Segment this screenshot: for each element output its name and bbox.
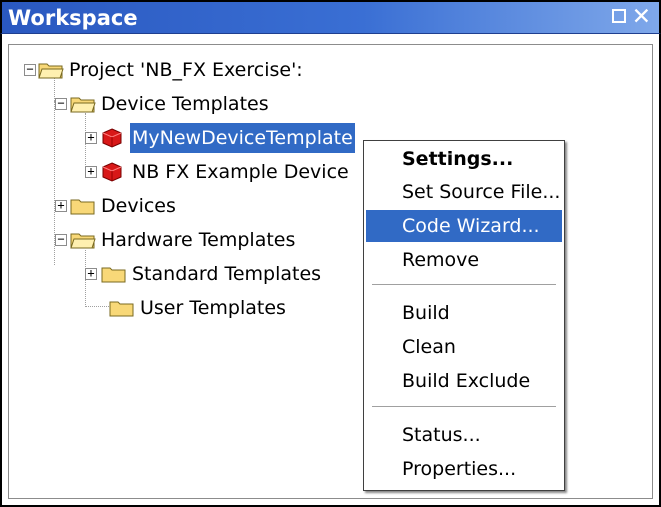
tree-label: NB FX Example Device (132, 161, 349, 183)
collapse-toggle[interactable]: − (55, 97, 67, 110)
tree-label: Standard Templates (132, 263, 322, 285)
tree-label: MyNewDeviceTemplate (129, 122, 356, 154)
tree-item-devices[interactable]: + Devices (9, 191, 309, 221)
tree-item-my-new-device-template[interactable]: + MyNewDeviceTemplate (9, 122, 409, 154)
device-cube-icon (102, 128, 122, 148)
menu-item-settings[interactable]: Settings... (366, 143, 562, 175)
menu-item-properties[interactable]: Properties... (366, 453, 562, 485)
collapse-toggle[interactable]: − (55, 233, 67, 246)
menu-item-status[interactable]: Status... (366, 419, 562, 451)
tree-label: Device Templates (101, 93, 269, 115)
menu-item-build[interactable]: Build (366, 297, 562, 329)
restore-icon[interactable] (612, 9, 626, 23)
tree-label: Project 'NB_FX Exercise': (69, 59, 303, 81)
tree-item-user-templates[interactable]: User Templates (9, 293, 349, 323)
folder-icon (70, 199, 95, 215)
tree-item-standard-templates[interactable]: + Standard Templates (9, 259, 361, 289)
tree-item-device-templates[interactable]: − Device Templates (9, 89, 409, 119)
menu-item-remove[interactable]: Remove (366, 244, 562, 276)
open-folder-icon (38, 63, 64, 79)
menu-item-build-exclude[interactable]: Build Exclude (366, 365, 562, 397)
tree-label: Devices (101, 195, 176, 217)
device-cube-icon (102, 162, 122, 182)
menu-item-clean[interactable]: Clean (366, 331, 562, 363)
close-icon[interactable]: ✕ (632, 3, 651, 31)
open-folder-icon (70, 233, 96, 249)
open-folder-icon (70, 97, 96, 113)
folder-icon (101, 267, 126, 283)
window-title: Workspace (8, 6, 138, 30)
title-bar: Workspace ✕ (0, 0, 661, 34)
expand-toggle[interactable]: + (85, 267, 97, 280)
expand-toggle[interactable]: + (85, 131, 97, 144)
menu-separator (372, 406, 556, 407)
menu-separator (372, 284, 556, 285)
collapse-toggle[interactable]: − (24, 63, 36, 76)
menu-item-code-wizard[interactable]: Code Wizard... (366, 210, 562, 242)
tree-item-project[interactable]: − Project 'NB_FX Exercise': (9, 55, 409, 85)
folder-icon (109, 301, 134, 317)
tree-label: Hardware Templates (101, 229, 296, 251)
tree-item-nb-fx-example-device[interactable]: + NB FX Example Device (9, 157, 409, 187)
expand-toggle[interactable]: + (85, 165, 97, 178)
tree-item-hardware-templates[interactable]: − Hardware Templates (9, 225, 349, 255)
menu-item-set-source-file[interactable]: Set Source File... (366, 176, 562, 208)
expand-toggle[interactable]: + (55, 199, 67, 212)
context-menu: Settings... Set Source File... Code Wiza… (363, 140, 565, 491)
tree-label: User Templates (140, 297, 286, 319)
